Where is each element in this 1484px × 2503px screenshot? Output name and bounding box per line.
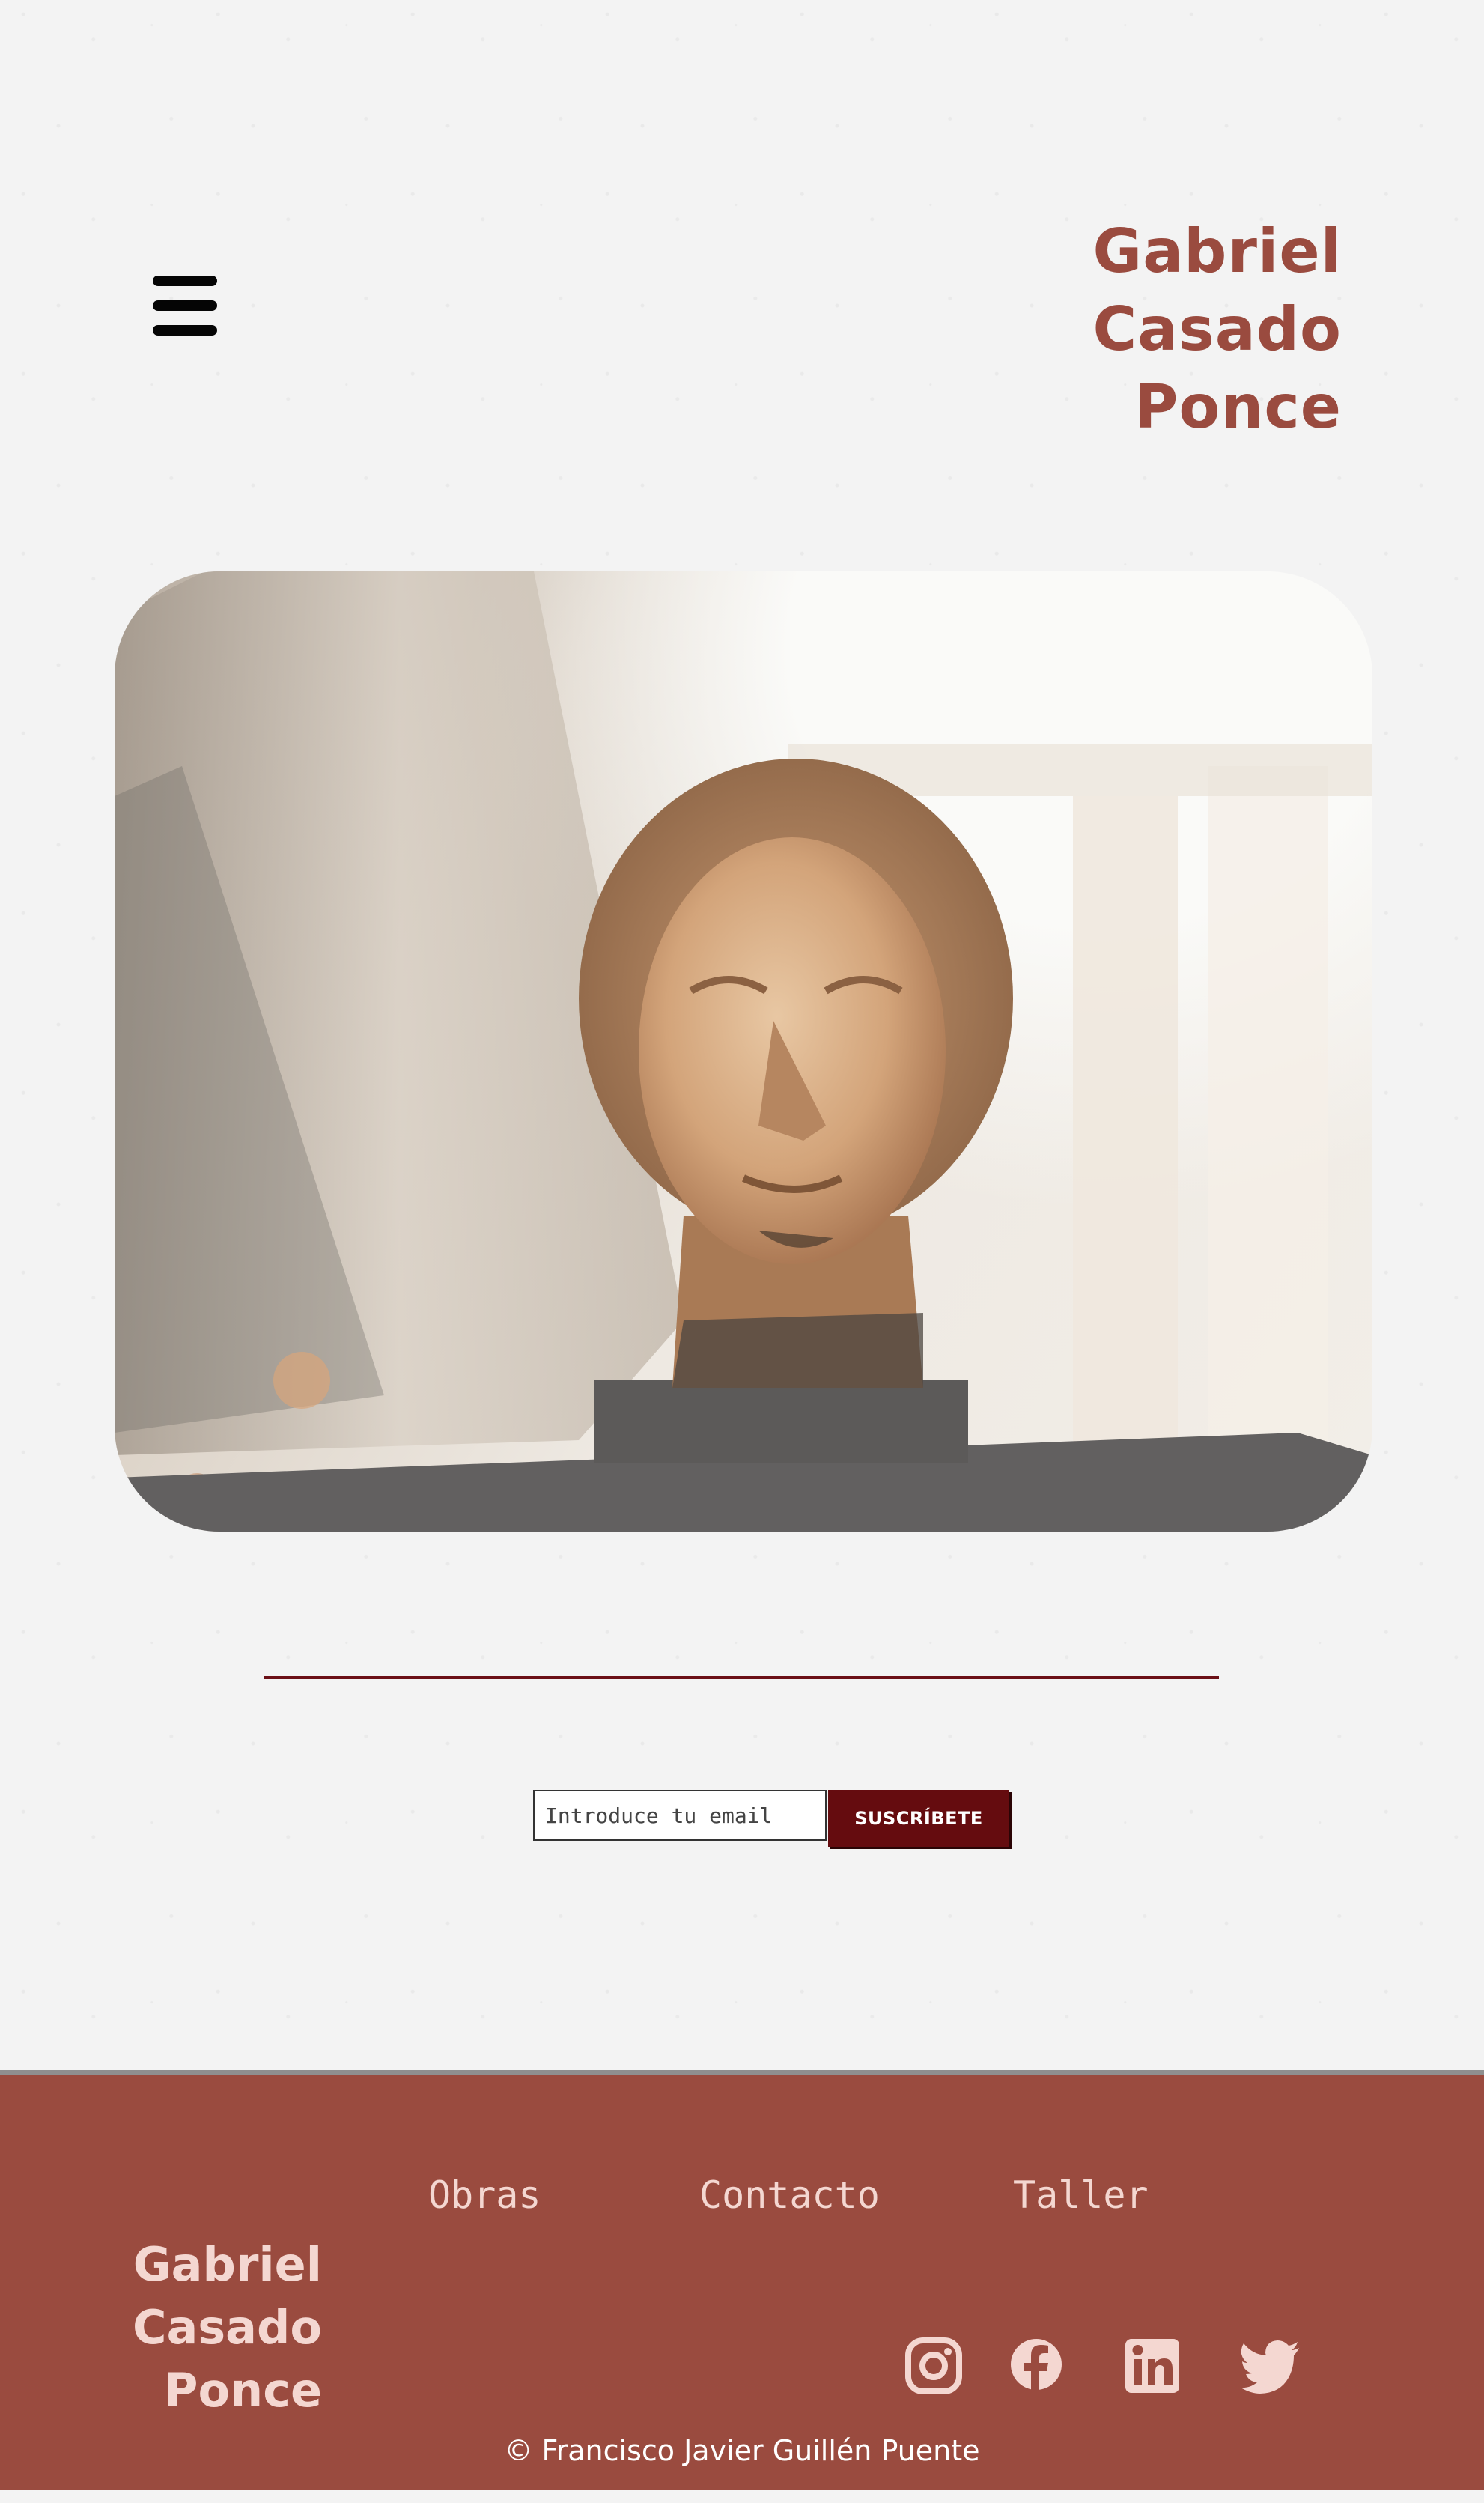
hero-sculpture-image — [115, 571, 1372, 1532]
site-title-line-2: Casado — [1092, 294, 1342, 364]
copyright-text: © Francisco Javier Guillén Puente — [504, 2434, 980, 2467]
subscribe-button[interactable]: SUSCRÍBETE — [828, 1790, 1009, 1847]
site-title-line-3: Ponce — [1134, 372, 1342, 442]
twitter-icon[interactable] — [1239, 2337, 1301, 2395]
footer-link-contacto[interactable]: Contacto — [699, 2173, 880, 2217]
footer-logo-text[interactable]: Gabriel Casado Ponce — [105, 2233, 322, 2422]
facebook-icon[interactable] — [1007, 2337, 1065, 2395]
footer-title-line-1: Gabriel — [133, 2237, 322, 2292]
linkedin-icon[interactable] — [1123, 2337, 1182, 2395]
footer-link-obras[interactable]: Obras — [428, 2173, 541, 2217]
site-footer: Gabriel Casado Ponce Obras Contacto Tall… — [0, 2070, 1484, 2490]
instagram-icon[interactable] — [904, 2337, 963, 2395]
hamburger-menu-icon[interactable] — [153, 276, 217, 336]
email-input[interactable] — [533, 1790, 827, 1841]
site-title[interactable]: Gabriel Casado Ponce — [1027, 213, 1342, 446]
footer-title-line-2: Casado — [132, 2300, 322, 2355]
section-divider — [264, 1676, 1219, 1679]
newsletter-form: SUSCRÍBETE — [533, 1790, 1009, 1847]
site-title-line-1: Gabriel — [1092, 216, 1342, 286]
footer-link-taller[interactable]: Taller — [1013, 2173, 1149, 2217]
footer-title-line-3: Ponce — [164, 2363, 322, 2418]
